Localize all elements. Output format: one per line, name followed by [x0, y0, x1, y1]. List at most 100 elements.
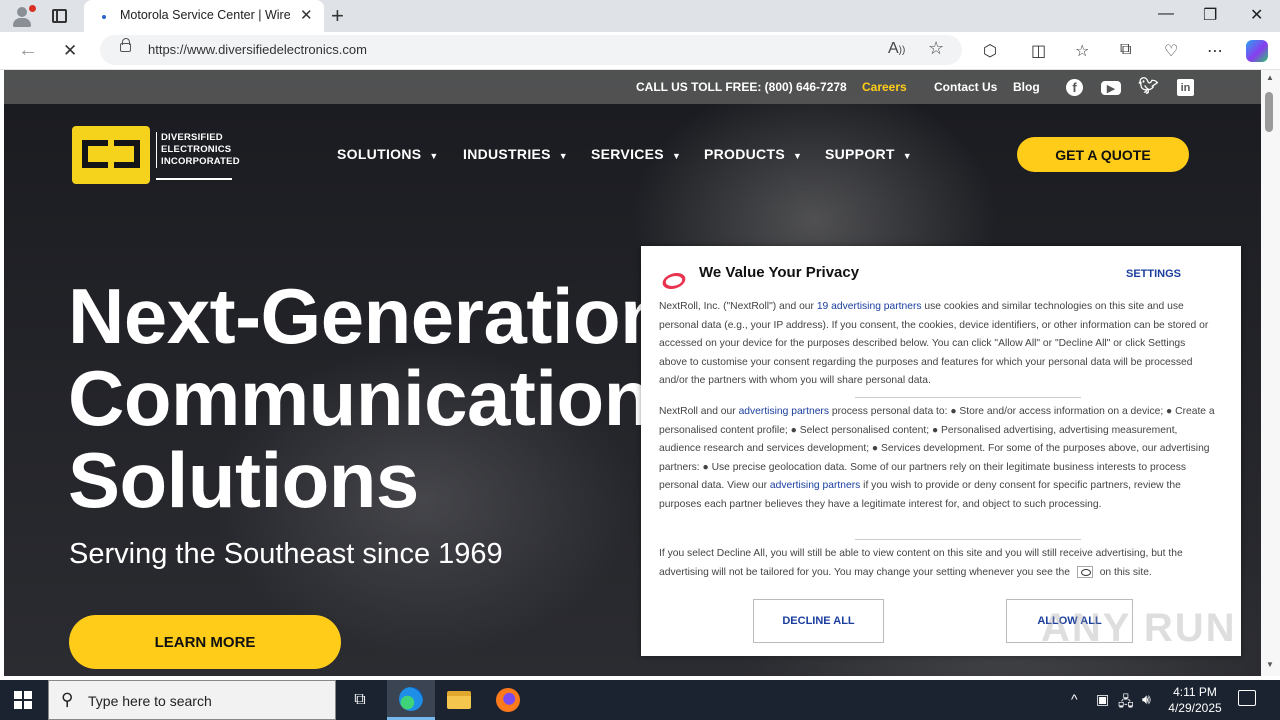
profile-icon[interactable]	[10, 5, 36, 27]
page-scrollbar[interactable]: ▲ ▼	[1261, 70, 1280, 676]
linkedin-icon[interactable]: in	[1177, 79, 1194, 96]
settings-link[interactable]: SETTINGS	[1126, 268, 1181, 280]
volume-icon[interactable]: 🔊︎	[1142, 691, 1151, 708]
taskbar-search[interactable]: ⚲ Type here to search	[48, 680, 336, 720]
advertising-partners-link-2[interactable]: advertising partners	[770, 480, 860, 491]
task-view-icon[interactable]: ⧉	[336, 680, 384, 720]
consent-paragraph-2: NextRoll and our advertising partners pr…	[659, 403, 1215, 515]
url-text[interactable]: https://www.diversifiedelectronics.com	[148, 42, 367, 57]
text: NextRoll and our	[659, 406, 739, 417]
decline-all-button[interactable]: DECLINE ALL	[753, 599, 884, 643]
text: process personal data to: ● Store and/or…	[659, 406, 1215, 492]
notification-center-icon[interactable]	[1238, 690, 1256, 706]
browser-tab-bar: Motorola Service Center | Wireless ✕ + —…	[0, 0, 1280, 32]
copilot-icon[interactable]	[1246, 40, 1268, 62]
learn-more-button[interactable]: LEARN MORE	[69, 615, 341, 669]
careers-link[interactable]: Careers	[862, 80, 907, 94]
minimize-button[interactable]: —	[1158, 5, 1174, 23]
scroll-down-arrow-icon[interactable]: ▼	[1266, 660, 1274, 669]
dialog-title: We Value Your Privacy	[699, 264, 860, 281]
split-screen-icon[interactable]: ◫	[1031, 41, 1046, 61]
firefox-icon[interactable]	[484, 680, 532, 720]
read-aloud-icon[interactable]: A))	[888, 40, 905, 58]
edge-icon[interactable]	[387, 680, 435, 720]
favorites-icon[interactable]: ☆	[1075, 41, 1089, 61]
consent-paragraph-1: NextRoll, Inc. ("NextRoll") and our 19 a…	[659, 298, 1215, 391]
favorite-star-icon[interactable]: ☆	[928, 38, 944, 59]
caret-down-icon: ▼	[671, 151, 682, 161]
nav-products[interactable]: PRODUCTS ▼	[704, 146, 802, 162]
twitter-icon[interactable]: 🐦︎	[1138, 77, 1158, 95]
performance-icon[interactable]: ♡	[1164, 41, 1178, 61]
loading-favicon-icon	[102, 15, 106, 19]
caret-down-icon: ▼	[429, 151, 439, 161]
address-bar-row: ← ✕ https://www.diversifiedelectronics.c…	[0, 32, 1280, 70]
anyrun-watermark: ANY RUN	[1041, 606, 1237, 650]
restore-button[interactable]: ❐	[1203, 5, 1217, 25]
search-icon: ⚲	[61, 690, 74, 709]
hero-subtitle: Serving the Southeast since 1969	[69, 538, 503, 570]
scroll-up-arrow-icon[interactable]: ▲	[1266, 73, 1274, 82]
nextroll-inline-icon[interactable]	[1076, 565, 1093, 578]
windows-taskbar: ⚲ Type here to search ⧉ ^ ▣ 🖧︎ 🔊︎ 4:11 P…	[0, 680, 1280, 720]
caret-down-icon: ▼	[558, 151, 569, 161]
advertising-partners-link[interactable]: advertising partners	[739, 406, 829, 417]
scroll-thumb[interactable]	[1265, 92, 1273, 132]
divider	[855, 539, 1081, 540]
logo-line-2: ELECTRONICS	[161, 144, 232, 155]
advertising-partners-count-link[interactable]: 19 advertising partners	[817, 301, 922, 312]
text: on this site.	[1096, 566, 1152, 578]
nav-label: SUPPORT	[825, 146, 895, 162]
logo-line-3: INCORPORATED	[161, 156, 240, 167]
nav-label: SERVICES	[591, 146, 664, 162]
browser-tab[interactable]: Motorola Service Center | Wireless ✕	[84, 0, 324, 32]
nav-industries[interactable]: INDUSTRIES ▼	[463, 146, 568, 162]
contact-us-link[interactable]: Contact Us	[934, 80, 997, 94]
blog-link[interactable]: Blog	[1013, 80, 1040, 94]
device-icon[interactable]: ▣	[1096, 691, 1109, 708]
logo-mark-icon	[72, 126, 150, 184]
extensions-icon[interactable]: ⬡	[983, 41, 997, 61]
show-hidden-icons-chevron-icon[interactable]: ^	[1071, 691, 1078, 707]
caret-down-icon: ▼	[902, 151, 912, 161]
company-logo[interactable]: DIVERSIFIED ELECTRONICS INCORPORATED	[72, 122, 240, 186]
logo-line-1: DIVERSIFIED	[161, 132, 223, 143]
text: use cookies and similar technologies on …	[659, 301, 1209, 387]
nav-solutions[interactable]: SOLUTIONS ▼	[337, 146, 439, 162]
privacy-consent-dialog: We Value Your Privacy SETTINGS NextRoll,…	[641, 246, 1241, 656]
consent-paragraph-3: If you select Decline All, you will stil…	[659, 545, 1215, 582]
file-explorer-icon[interactable]	[435, 680, 483, 720]
close-window-button[interactable]: ✕	[1250, 5, 1263, 25]
collections-icon[interactable]: ⧉	[1120, 41, 1131, 59]
nav-label: INDUSTRIES	[463, 146, 551, 162]
nav-services[interactable]: SERVICES ▼	[591, 146, 681, 162]
url-field[interactable]: https://www.diversifiedelectronics.com A…	[100, 35, 962, 65]
search-placeholder[interactable]: Type here to search	[88, 693, 212, 709]
page-viewport: CALL US TOLL FREE: (800) 646-7278 Career…	[4, 70, 1261, 676]
divider	[855, 397, 1081, 398]
caret-down-icon: ▼	[792, 151, 803, 161]
get-a-quote-button[interactable]: GET A QUOTE	[1017, 137, 1189, 172]
stop-loading-button[interactable]: ✕	[63, 41, 77, 61]
tab-actions-icon[interactable]	[52, 9, 67, 23]
nav-support[interactable]: SUPPORT ▼	[825, 146, 912, 162]
youtube-icon[interactable]: ▶	[1101, 81, 1121, 95]
facebook-icon[interactable]: f	[1066, 79, 1083, 96]
lock-icon[interactable]	[120, 38, 131, 52]
nav-label: PRODUCTS	[704, 146, 785, 162]
nav-label: SOLUTIONS	[337, 146, 422, 162]
more-icon[interactable]: ⋯	[1207, 41, 1223, 61]
text: NextRoll, Inc. ("NextRoll") and our	[659, 301, 817, 312]
system-clock[interactable]: 4:11 PM 4/29/2025	[1160, 684, 1230, 716]
nextroll-logo-icon	[661, 273, 683, 285]
tab-title: Motorola Service Center | Wireless	[120, 8, 290, 22]
windows-start-icon[interactable]	[14, 691, 32, 709]
toll-free-phone[interactable]: CALL US TOLL FREE: (800) 646-7278	[636, 80, 847, 94]
close-tab-icon[interactable]: ✕	[300, 6, 313, 24]
back-button[interactable]: ←	[18, 39, 38, 62]
top-contact-strip: CALL US TOLL FREE: (800) 646-7278 Career…	[4, 70, 1261, 104]
clock-time: 4:11 PM	[1173, 685, 1217, 699]
network-icon[interactable]: 🖧︎	[1118, 691, 1134, 715]
clock-date: 4/29/2025	[1168, 701, 1222, 715]
new-tab-button[interactable]: +	[331, 3, 344, 29]
